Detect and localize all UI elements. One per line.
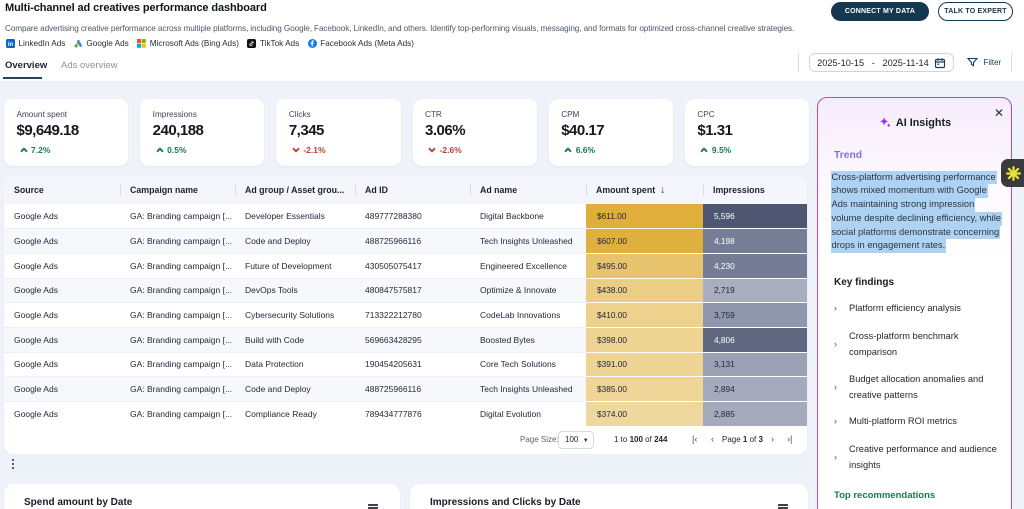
svg-text:in: in: [8, 42, 14, 48]
